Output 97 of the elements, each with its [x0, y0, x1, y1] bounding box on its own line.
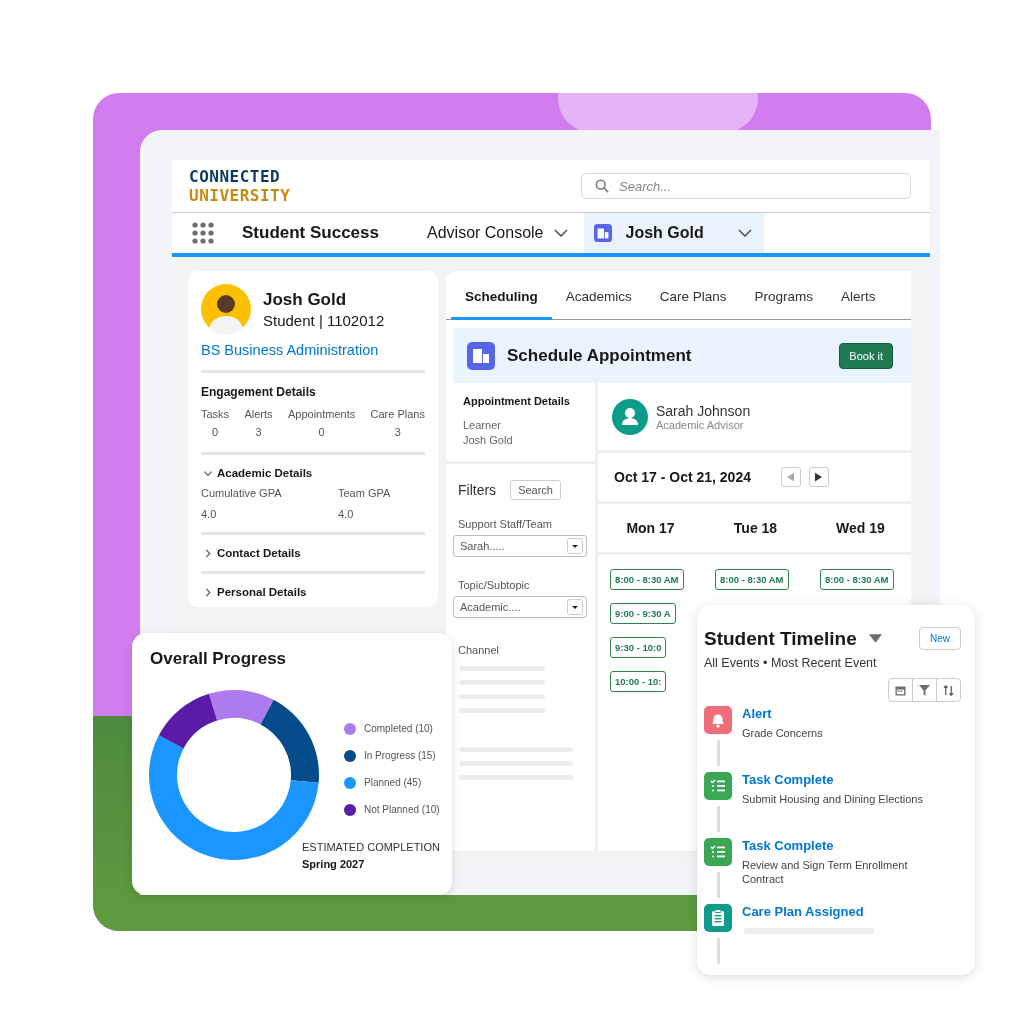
field-label: Team GPA [338, 487, 392, 499]
caret-down-icon [567, 538, 583, 554]
event-link[interactable]: Task Complete [742, 838, 942, 853]
field-value: 4.0 [201, 508, 218, 520]
tab[interactable]: Academics [551, 271, 646, 320]
card-title: Student Timeline [704, 627, 857, 650]
logo-text: UNIVERSITY [189, 186, 291, 205]
student-name: Josh Gold [263, 289, 348, 310]
field-value: Josh Gold [463, 434, 514, 446]
time-slot[interactable]: 8:00 - 8:30 AM [715, 569, 789, 590]
bell-icon [704, 706, 732, 734]
tab[interactable]: Scheduling [451, 271, 552, 320]
time-slot[interactable]: 8:00 - 8:30 AM [610, 569, 684, 590]
nav-tab[interactable]: Advisor Console [417, 213, 578, 253]
calendar-button[interactable] [888, 678, 913, 702]
time-slot[interactable]: 10:00 - 10: [610, 671, 667, 692]
dropdown-field[interactable]: Academic.... [453, 596, 587, 618]
legend-label: Completed (10) [364, 723, 433, 734]
caret-down-icon[interactable] [868, 634, 882, 643]
estimate-value: Spring 2027 [302, 858, 366, 870]
chevron-down-icon [553, 229, 568, 237]
student-id: Student | 1102012 [263, 311, 385, 329]
timeline-subtitle: All Events • Most Recent Event [704, 656, 878, 670]
filter-icon [919, 684, 930, 696]
checklist-icon [704, 772, 732, 800]
time-slot[interactable]: 9:00 - 9:30 A [610, 603, 676, 624]
stat-label: Appointments [287, 408, 356, 420]
date-range: Oct 17 - Oct 21, 2024 [614, 469, 751, 485]
clipboard-icon [704, 904, 732, 932]
chevron-icon [205, 587, 211, 597]
advisor-name: Sarah Johnson [656, 402, 751, 419]
app-name: Student Success [242, 223, 379, 243]
day-heading: Wed 19 [835, 520, 886, 536]
chevron-icon [203, 470, 213, 476]
schedule-title: Schedule Appointment [507, 345, 693, 366]
field-label: Channel [457, 644, 500, 656]
event-detail: Grade Concerns [742, 726, 824, 740]
legend-label: In Progress (15) [364, 750, 436, 761]
building-icon [467, 341, 495, 370]
stat-value: 3 [255, 426, 262, 438]
section-title: Engagement Details [201, 385, 317, 399]
field-label: Support Staff/Team [457, 518, 553, 530]
stat-value: 0 [212, 426, 219, 438]
triangle-right-icon [815, 472, 823, 482]
filter-button[interactable] [912, 678, 937, 702]
next-button[interactable] [808, 467, 829, 487]
sort-button[interactable] [936, 678, 961, 702]
tab[interactable]: Programs [740, 271, 828, 320]
field-value: 4.0 [338, 508, 355, 520]
field-label: Topic/Subtopic [457, 579, 531, 591]
section-title: Appointment Details [463, 395, 571, 407]
estimate-label: ESTIMATED COMPLETION [302, 841, 440, 853]
day-heading: Tue 18 [732, 520, 779, 536]
event-link[interactable]: Alert [742, 706, 942, 721]
dropdown-field[interactable]: Sarah..... [453, 535, 587, 557]
advisor-role: Academic Advisor [656, 418, 745, 431]
field-label: Cumulative GPA [201, 487, 283, 499]
sort-arrows-icon [943, 684, 954, 696]
checklist-icon [704, 838, 732, 866]
program-link[interactable]: BS Business Administration [201, 342, 425, 358]
section-toggle[interactable]: Personal Details [201, 574, 425, 610]
field-label: Learner [463, 419, 502, 431]
stat-label: Alerts [244, 408, 273, 420]
card-title: Overall Progress [150, 649, 288, 669]
tab[interactable]: Alerts [827, 271, 890, 320]
event-link[interactable]: Task Complete [742, 772, 942, 787]
event-link[interactable]: Care Plan Assigned [742, 904, 874, 919]
book-button[interactable]: Book it [839, 342, 893, 369]
search-field[interactable]: Search... [581, 173, 911, 199]
search-button[interactable]: Search [510, 480, 561, 500]
chevron-icon [205, 548, 211, 558]
time-slot[interactable]: 8:00 - 8:30 AM [820, 569, 894, 590]
section-toggle[interactable]: Contact Details [201, 535, 425, 571]
day-heading: Mon 17 [625, 520, 676, 536]
stat-label: Care Plans [370, 408, 425, 420]
nav-tab[interactable]: Josh Gold [583, 213, 764, 253]
stat-value: 3 [394, 426, 401, 438]
time-slot[interactable]: 9:30 - 10:0 [610, 637, 667, 658]
filters-title: Filters [458, 482, 497, 498]
caret-down-icon [567, 599, 583, 615]
avatar-icon [201, 284, 251, 334]
event-detail: Review and Sign Term Enrollment Contract [742, 858, 909, 886]
chevron-down-icon [737, 229, 752, 237]
building-icon [593, 224, 612, 242]
search-icon [595, 179, 609, 193]
stat-label: Tasks [201, 408, 230, 420]
tab[interactable]: Care Plans [645, 271, 741, 320]
new-button[interactable]: New [919, 627, 961, 650]
calendar-icon [895, 684, 906, 696]
app-launcher-icon[interactable] [192, 222, 214, 244]
legend-label: Not Planned (10) [364, 804, 440, 815]
triangle-left-icon [787, 472, 795, 482]
legend-label: Planned (45) [364, 777, 422, 788]
person-icon [612, 398, 648, 435]
stat-value: 0 [318, 426, 325, 438]
logo-text: CONNECTED [189, 167, 282, 186]
event-detail: Submit Housing and Dining Elections [742, 792, 924, 806]
